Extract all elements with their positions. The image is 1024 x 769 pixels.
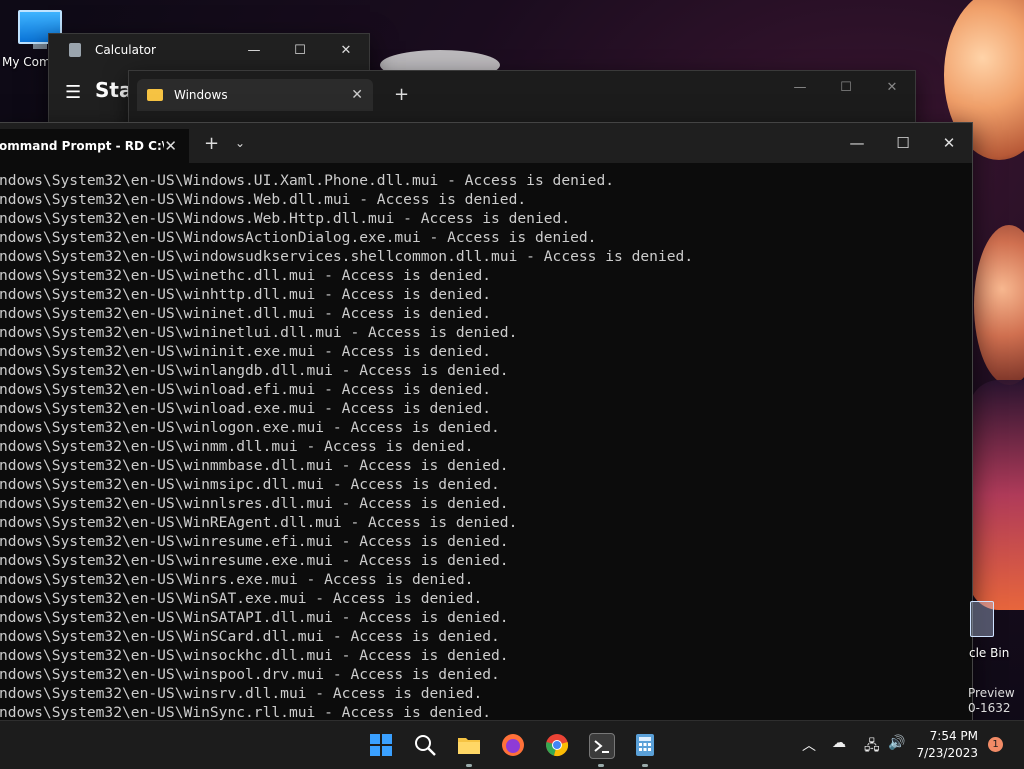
console-line: ndows\System32\en-US\Winrs.exe.mui - Acc… [0, 571, 474, 588]
running-indicator [466, 764, 472, 767]
close-button[interactable]: ✕ [926, 123, 972, 163]
wallpaper-flower [969, 380, 1024, 610]
watermark-build: 0-1632 [968, 701, 1011, 715]
maximize-button[interactable]: ☐ [277, 43, 323, 58]
calculator-icon[interactable] [633, 733, 657, 757]
explorer-tab-windows[interactable]: Windows ✕ [137, 79, 373, 111]
clock-date: 7/23/2023 [916, 746, 978, 760]
console-line: ndows\System32\en-US\wininit.exe.mui - A… [0, 343, 492, 360]
windows-logo-icon[interactable] [369, 733, 393, 757]
hamburger-menu-icon[interactable]: ☰ [65, 82, 81, 103]
folder-icon[interactable] [457, 733, 481, 757]
watermark-text: Preview [968, 686, 1015, 700]
chevron-up-icon[interactable]: ︿ [802, 735, 816, 755]
console-line: ndows\System32\en-US\winmm.dll.mui - Acc… [0, 438, 474, 455]
new-tab-button[interactable]: + [204, 133, 219, 154]
clock-time: 7:54 PM [929, 729, 978, 743]
console-line: ndows\System32\en-US\Windows.UI.Xaml.Pho… [0, 172, 615, 189]
console-line: ndows\System32\en-US\WindowsActionDialog… [0, 229, 597, 246]
wallpaper-orb [974, 225, 1024, 385]
console-line: ndows\System32\en-US\winmsipc.dll.mui - … [0, 476, 500, 493]
console-line: ndows\System32\en-US\winresume.exe.mui -… [0, 552, 509, 569]
chrome-icon[interactable] [545, 733, 569, 757]
recycle-bin-label: cle Bin [969, 646, 1010, 660]
console-line: ndows\System32\en-US\wininetlui.dll.mui … [0, 324, 518, 341]
console-line: ndows\System32\en-US\wininet.dll.mui - A… [0, 305, 492, 322]
console-line: ndows\System32\en-US\winhttp.dll.mui - A… [0, 286, 492, 303]
console-line: ndows\System32\en-US\WinSATAPI.dll.mui -… [0, 609, 509, 626]
close-tab-icon[interactable]: ✕ [351, 87, 363, 103]
console-line: ndows\System32\en-US\winlangdb.dll.mui -… [0, 362, 509, 379]
terminal-window[interactable]: ommand Prompt - RD C:\ /S ✕ + ⌄ — ☐ ✕ nd… [0, 122, 973, 722]
console-line: ndows\System32\en-US\Windows.Web.Http.dl… [0, 210, 571, 227]
calculator-app-icon [69, 43, 81, 57]
console-line: ndows\System32\en-US\Windows.Web.dll.mui… [0, 191, 527, 208]
console-output[interactable]: ndows\System32\en-US\Windows.UI.Xaml.Pho… [0, 163, 972, 722]
calculator-title: Calculator [95, 43, 156, 57]
console-line: ndows\System32\en-US\winsrv.dll.mui - Ac… [0, 685, 483, 702]
terminal-tab-label: ommand Prompt - RD C:\ /S [0, 139, 165, 153]
terminal-tab-command-prompt[interactable]: ommand Prompt - RD C:\ /S ✕ [0, 129, 189, 163]
recycle-bin-icon[interactable] [970, 601, 994, 637]
explorer-tab-label: Windows [174, 88, 228, 102]
firefox-icon[interactable] [501, 733, 525, 757]
maximize-button[interactable]: ☐ [880, 123, 926, 163]
console-line: ndows\System32\en-US\winsockhc.dll.mui -… [0, 647, 509, 664]
console-line: ndows\System32\en-US\winethc.dll.mui - A… [0, 267, 492, 284]
close-button[interactable]: ✕ [869, 71, 915, 103]
console-line: ndows\System32\en-US\WinSCard.dll.mui - … [0, 628, 500, 645]
clock[interactable]: 7:54 PM 7/23/2023 [916, 728, 978, 762]
console-line: ndows\System32\en-US\WinSAT.exe.mui - Ac… [0, 590, 483, 607]
running-indicator [598, 764, 604, 767]
chevron-down-icon[interactable]: ⌄ [235, 136, 245, 150]
close-button[interactable]: ✕ [323, 43, 369, 58]
console-line: ndows\System32\en-US\winload.exe.mui - A… [0, 400, 492, 417]
folder-icon [147, 89, 163, 101]
console-line: ndows\System32\en-US\WinREAgent.dll.mui … [0, 514, 518, 531]
network-icon[interactable]: 🖧 [864, 735, 880, 759]
terminal-icon[interactable] [589, 733, 615, 759]
new-tab-button[interactable]: + [394, 84, 409, 105]
terminal-tab-bar[interactable]: ommand Prompt - RD C:\ /S ✕ + ⌄ — ☐ ✕ [0, 123, 972, 163]
taskbar: ︿ ☁ 🖧 🔊 7:54 PM 7/23/2023 1 [0, 720, 1024, 769]
minimize-button[interactable]: — [231, 43, 277, 58]
console-line: ndows\System32\en-US\winload.efi.mui - A… [0, 381, 492, 398]
console-line: ndows\System32\en-US\windowsudkservices.… [0, 248, 694, 265]
notification-badge[interactable]: 1 [988, 737, 1003, 752]
console-line: ndows\System32\en-US\winresume.efi.mui -… [0, 533, 509, 550]
close-tab-icon[interactable]: ✕ [164, 137, 177, 155]
console-line: ndows\System32\en-US\winlogon.exe.mui - … [0, 419, 500, 436]
console-line: ndows\System32\en-US\winnlsres.dll.mui -… [0, 495, 509, 512]
running-indicator [642, 764, 648, 767]
console-line: ndows\System32\en-US\winspool.drv.mui - … [0, 666, 500, 683]
volume-icon[interactable]: 🔊 [888, 735, 905, 751]
cloud-offline-icon[interactable]: ☁ [832, 735, 846, 751]
minimize-button[interactable]: — [834, 123, 880, 163]
console-line: ndows\System32\en-US\winmmbase.dll.mui -… [0, 457, 509, 474]
maximize-button[interactable]: ☐ [823, 71, 869, 103]
minimize-button[interactable]: — [777, 71, 823, 103]
search-icon[interactable] [413, 733, 437, 757]
calculator-titlebar[interactable]: Calculator — ☐ ✕ [49, 34, 369, 66]
